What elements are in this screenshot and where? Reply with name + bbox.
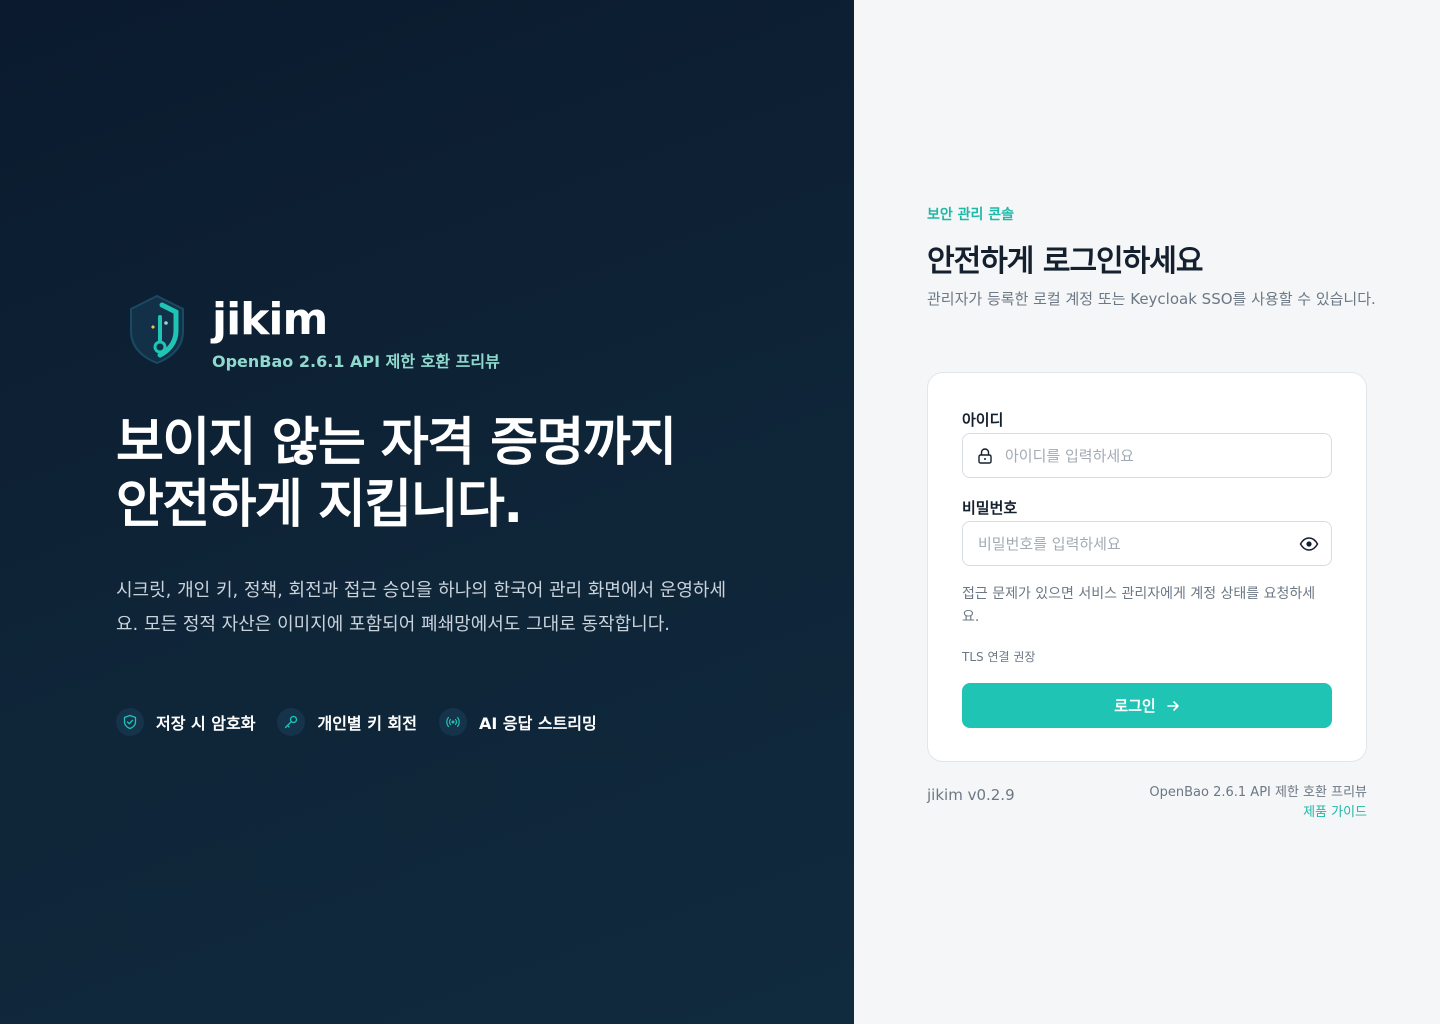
brand-name: jikim (212, 294, 328, 345)
feature-label: 개인별 키 회전 (317, 714, 417, 733)
eye-icon[interactable] (1299, 534, 1319, 554)
console-eyebrow: 보안 관리 콘솔 (927, 207, 1015, 223)
footer-info: OpenBao 2.6.1 API 제한 호환 프리뷰 제품 가이드 (1149, 783, 1367, 823)
login-description: 관리자가 등록한 로컬 계정 또는 Keycloak SSO를 사용할 수 있습… (927, 290, 1376, 308)
password-label: 비밀번호 (962, 499, 1018, 517)
feature-label: 저장 시 암호화 (156, 714, 256, 733)
password-field (962, 521, 1332, 566)
app-version: jikim v0.2.9 (927, 786, 1015, 804)
lock-icon (978, 448, 992, 464)
username-field (962, 433, 1332, 478)
hero-title: 보이지 않는 자격 증명까지 안전하게 지킵니다. (116, 412, 796, 536)
shield-check-icon (116, 708, 144, 736)
compat-note: OpenBao 2.6.1 API 제한 호환 프리뷰 (1149, 785, 1367, 800)
feature-label: AI 응답 스트리밍 (478, 714, 597, 733)
feature-item-ai-streaming: AI 응답 스트리밍 (438, 708, 597, 736)
hero-title-line-1: 보이지 않는 자격 증명까지 (116, 413, 677, 473)
login-button[interactable]: 로그인 (962, 683, 1332, 728)
hero-title-line-2: 안전하게 지킵니다. (116, 475, 523, 535)
product-guide-link[interactable]: 제품 가이드 (1303, 805, 1367, 820)
login-panel: 보안 관리 콘솔 안전하게 로그인하세요 관리자가 등록한 로컬 계정 또는 K… (854, 0, 1440, 1024)
hero-description: 시크릿, 개인 키, 정책, 회전과 접근 승인을 하나의 한국어 관리 화면에… (116, 580, 727, 635)
brand: jikim OpenBao 2.6.1 API 제한 호환 프리뷰 (126, 293, 500, 373)
broadcast-icon (438, 708, 467, 736)
key-icon (277, 708, 306, 736)
username-label: 아이디 (962, 411, 1004, 429)
username-input[interactable] (1005, 434, 1323, 477)
password-input[interactable] (978, 522, 1288, 565)
login-form-card: 아이디 비밀번호 접근 문제가 있으면 서비스 관리자에게 계정 상태를 요청하… (927, 372, 1367, 762)
feature-item-key-rotation: 개인별 키 회전 (277, 708, 417, 736)
brand-subtitle: OpenBao 2.6.1 API 제한 호환 프리뷰 (212, 352, 500, 371)
tls-note: TLS 연결 권장 (962, 650, 1036, 664)
help-text: 접근 문제가 있으면 서비스 관리자에게 계정 상태를 요청하세요. (962, 586, 1316, 625)
feature-item-encryption: 저장 시 암호화 (116, 708, 255, 736)
feature-list: 저장 시 암호화 개인별 키 회전 AI 응답 스트리밍 (116, 708, 619, 736)
hero-panel: jikim OpenBao 2.6.1 API 제한 호환 프리뷰 보이지 않는… (0, 0, 854, 1024)
jikim-logo-icon (130, 294, 184, 365)
login-button-label: 로그인 (1114, 697, 1156, 715)
arrow-right-icon (1166, 700, 1179, 711)
login-title: 안전하게 로그인하세요 (927, 244, 1203, 279)
